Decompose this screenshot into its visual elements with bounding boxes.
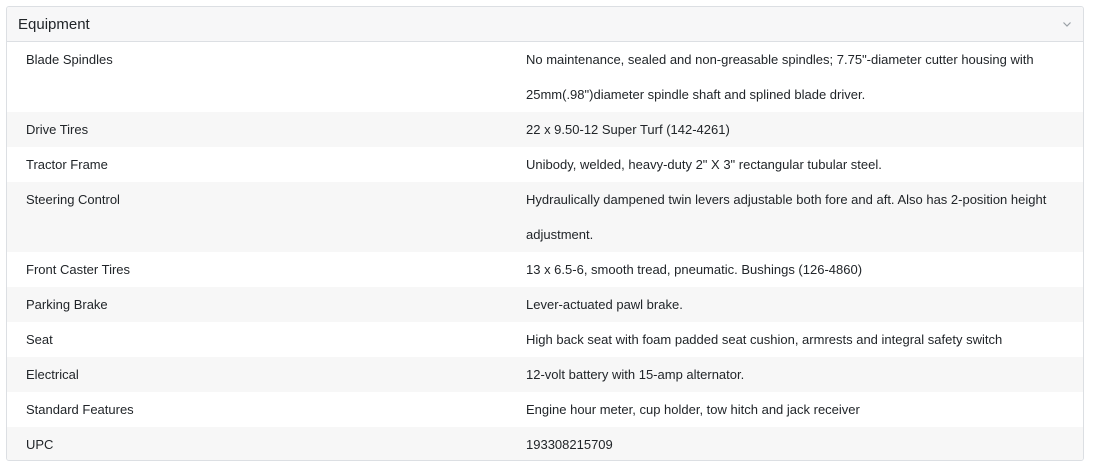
- table-row: Parking Brake Lever-actuated pawl brake.: [7, 287, 1083, 322]
- table-row: Blade Spindles No maintenance, sealed an…: [7, 42, 1083, 112]
- spec-value: Engine hour meter, cup holder, tow hitch…: [526, 402, 860, 417]
- table-row: Tractor Frame Unibody, welded, heavy-dut…: [7, 147, 1083, 182]
- spec-value: 12-volt battery with 15-amp alternator.: [526, 367, 745, 382]
- spec-value: 13 x 6.5-6, smooth tread, pneumatic. Bus…: [526, 262, 863, 277]
- spec-label: UPC: [26, 437, 54, 452]
- equipment-panel: Equipment Blade Spindles No maintenance,…: [6, 6, 1084, 461]
- spec-label: Blade Spindles: [26, 52, 113, 67]
- table-row: Standard Features Engine hour meter, cup…: [7, 392, 1083, 427]
- spec-value: 22 x 9.50-12 Super Turf (142-4261): [526, 122, 730, 137]
- table-row: UPC 193308215709: [7, 427, 1083, 460]
- spec-value: High back seat with foam padded seat cus…: [526, 332, 1003, 347]
- spec-label: Seat: [26, 332, 53, 347]
- spec-label: Front Caster Tires: [26, 262, 131, 277]
- spec-label: Parking Brake: [26, 297, 108, 312]
- specs-table: Blade Spindles No maintenance, sealed an…: [7, 42, 1083, 460]
- table-row: Drive Tires 22 x 9.50-12 Super Turf (142…: [7, 112, 1083, 147]
- equipment-panel-header[interactable]: Equipment: [7, 7, 1083, 42]
- spec-value: Unibody, welded, heavy-duty 2" X 3" rect…: [526, 157, 882, 172]
- table-row: Electrical 12-volt battery with 15-amp a…: [7, 357, 1083, 392]
- spec-label: Steering Control: [26, 192, 120, 207]
- spec-label: Electrical: [26, 367, 79, 382]
- spec-value: Lever-actuated pawl brake.: [526, 297, 683, 312]
- spec-label: Tractor Frame: [26, 157, 108, 172]
- spec-label: Drive Tires: [26, 122, 89, 137]
- spec-label: Standard Features: [26, 402, 134, 417]
- spec-value: 193308215709: [526, 437, 613, 452]
- panel-title: Equipment: [18, 15, 90, 33]
- table-row: Seat High back seat with foam padded sea…: [7, 322, 1083, 357]
- table-row: Front Caster Tires 13 x 6.5-6, smooth tr…: [7, 252, 1083, 287]
- table-row: Steering Control Hydraulically dampened …: [7, 182, 1083, 252]
- chevron-down-icon[interactable]: [1061, 18, 1073, 30]
- spec-value: No maintenance, sealed and non-greasable…: [526, 52, 1034, 102]
- spec-value: Hydraulically dampened twin levers adjus…: [526, 192, 1047, 242]
